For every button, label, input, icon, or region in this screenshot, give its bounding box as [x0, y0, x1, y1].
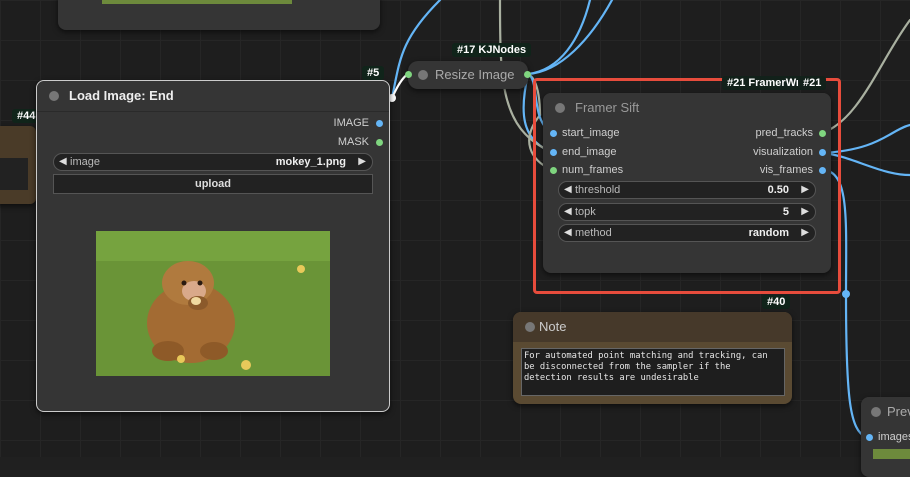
node-title: Prev: [887, 404, 910, 419]
partial-left-node[interactable]: [0, 126, 36, 204]
node-title-bar[interactable]: Prev: [861, 397, 910, 427]
preview-node[interactable]: Prev images: [861, 397, 910, 477]
arrow-left-icon[interactable]: ◀: [564, 225, 572, 241]
widget-value: 0.50: [767, 184, 789, 196]
input-slot-end-image[interactable]: [550, 149, 557, 156]
node-badge-21-wrap: #21 FramerWr: [722, 76, 806, 90]
arrow-right-icon[interactable]: ▶: [801, 225, 809, 241]
partial-top-node[interactable]: [58, 0, 380, 30]
output-slot[interactable]: [524, 71, 531, 78]
arrow-right-icon[interactable]: ▶: [358, 154, 366, 170]
note-textarea[interactable]: For automated point matching and trackin…: [521, 348, 785, 396]
note-node[interactable]: Note For automated point matching and tr…: [513, 312, 792, 404]
load-image-node[interactable]: Load Image: End IMAGE MASK ◀ image mokey…: [36, 80, 390, 412]
image-preview: [96, 231, 330, 376]
input-label-images: images: [878, 431, 910, 443]
collapse-dot-icon[interactable]: [49, 91, 59, 101]
output-slot-mask[interactable]: [376, 139, 383, 146]
monkey-image: [96, 231, 330, 376]
image-combo-widget[interactable]: ◀ image mokey_1.png ▶: [53, 153, 373, 171]
widget-value: random: [748, 227, 789, 239]
upload-button[interactable]: upload: [53, 174, 373, 194]
output-slot-image[interactable]: [376, 120, 383, 127]
input-slot-images[interactable]: [866, 434, 873, 441]
arrow-left-icon[interactable]: ◀: [564, 182, 572, 198]
widget-label: topk: [575, 206, 596, 218]
note-text: For automated point matching and trackin…: [524, 351, 768, 383]
node-title: Framer Sift: [575, 100, 640, 115]
input-label-start-image: start_image: [562, 127, 620, 139]
collapse-dot-icon[interactable]: [525, 322, 535, 332]
framer-sift-node[interactable]: Framer Sift start_image end_image num_fr…: [543, 93, 831, 273]
collapse-dot-icon[interactable]: [555, 103, 565, 113]
link: [526, 0, 614, 76]
output-label-vis-frames: vis_frames: [759, 164, 813, 176]
partial-top-preview: [102, 0, 292, 4]
output-label-mask: MASK: [337, 136, 369, 148]
arrow-right-icon[interactable]: ▶: [801, 182, 809, 198]
node-badge-40: #40: [762, 295, 791, 309]
node-title-bar[interactable]: Load Image: End: [37, 81, 389, 112]
collapse-dot-icon[interactable]: [418, 70, 428, 80]
partial-left-body: [0, 158, 28, 190]
topk-widget[interactable]: ◀ topk 5 ▶: [558, 203, 816, 221]
node-title-bar[interactable]: Note: [513, 312, 792, 342]
arrow-left-icon[interactable]: ◀: [564, 204, 572, 220]
widget-label: threshold: [575, 184, 621, 196]
output-label-pred-tracks: pred_tracks: [755, 127, 813, 139]
node-title-bar[interactable]: Framer Sift: [543, 93, 831, 123]
node-badge-21: #21: [798, 76, 827, 90]
widget-value: mokey_1.png: [275, 156, 346, 168]
widget-label: method: [575, 227, 612, 239]
link-reroute-dot: [842, 290, 850, 298]
preview-thumb: [873, 449, 910, 459]
resize-image-node[interactable]: Resize Image: [405, 61, 531, 89]
output-label-image: IMAGE: [333, 117, 369, 129]
collapse-dot-icon[interactable]: [871, 407, 881, 417]
node-title: Load Image: End: [69, 88, 174, 103]
output-slot-visualization[interactable]: [819, 149, 826, 156]
node-title: Resize Image: [435, 67, 515, 82]
input-slot[interactable]: [405, 71, 412, 78]
input-label-num-frames: num_frames: [562, 164, 624, 176]
input-slot-num-frames[interactable]: [550, 167, 557, 174]
output-label-visualization: visualization: [753, 146, 813, 158]
output-slot-vis-frames[interactable]: [819, 167, 826, 174]
widget-label: image: [70, 156, 100, 168]
arrow-left-icon[interactable]: ◀: [59, 154, 67, 170]
threshold-widget[interactable]: ◀ threshold 0.50 ▶: [558, 181, 816, 199]
output-slot-pred-tracks[interactable]: [819, 130, 826, 137]
method-widget[interactable]: ◀ method random ▶: [558, 224, 816, 242]
node-badge-5: #5: [362, 66, 385, 80]
input-label-end-image: end_image: [562, 146, 617, 158]
input-slot-start-image[interactable]: [550, 130, 557, 137]
widget-value: 5: [782, 206, 789, 218]
node-badge-17: #17 KJNodes: [452, 43, 532, 57]
arrow-right-icon[interactable]: ▶: [801, 204, 809, 220]
node-title: Note: [539, 319, 567, 334]
